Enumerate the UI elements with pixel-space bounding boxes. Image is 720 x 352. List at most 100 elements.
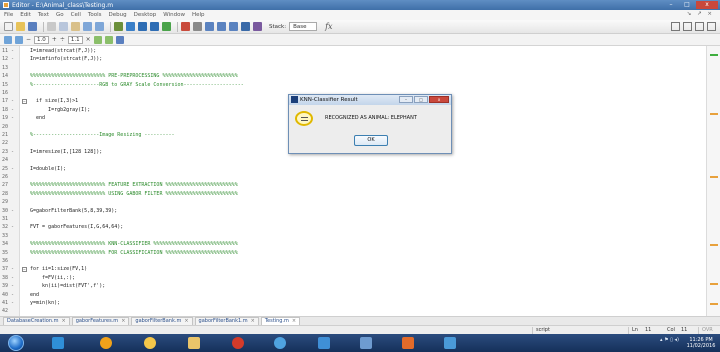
fold-toggle-icon[interactable]: −: [22, 99, 27, 105]
code-editor[interactable]: 11 - I=imread(strcat(F,J)); 12 - In=imfinfo…: [0, 46, 706, 316]
opera-icon[interactable]: [232, 337, 244, 349]
tab-gaborfeatures[interactable]: gaborFeatures.m ×: [71, 317, 130, 325]
cell-mode-icon[interactable]: [4, 35, 12, 44]
tile-layout-icon[interactable]: [671, 22, 680, 31]
code-line[interactable]: 40 - end: [0, 292, 706, 299]
system-tray[interactable]: ▴ ⚑ ▯ ◂): [660, 337, 679, 343]
cell-step-icon[interactable]: [93, 35, 102, 44]
code-line[interactable]: 13: [0, 65, 706, 72]
warning-marker[interactable]: [710, 244, 718, 246]
warning-marker[interactable]: [710, 113, 718, 115]
cell-eval-icon[interactable]: [15, 35, 23, 44]
code-line[interactable]: 34 %%%%%%%%%%%%%%%%%%%%%%%%% KNN-CLASSIFI…: [0, 241, 706, 248]
menu-go[interactable]: Go: [56, 12, 64, 18]
code-line[interactable]: 14 %%%%%%%%%%%%%%%%%%%%%%%%% PRE-PREPROCE…: [0, 73, 706, 80]
code-line[interactable]: 26: [0, 174, 706, 181]
code-line[interactable]: 38 - f=FV(ii,:);: [0, 275, 706, 282]
code-line[interactable]: 36: [0, 258, 706, 265]
matlab-taskbar-icon[interactable]: [402, 337, 414, 349]
code-line[interactable]: 28 %%%%%%%%%%%%%%%%%%%%%%%%% USING GABOR …: [0, 191, 706, 198]
code-line[interactable]: 32 - FVT = gaborFeatures(I,G,64,64);: [0, 224, 706, 231]
back-icon[interactable]: [138, 22, 147, 31]
print-icon[interactable]: [114, 22, 123, 31]
taskbar-clock[interactable]: 11:26 PM 11/02/2016: [686, 337, 716, 349]
editor-scrollbar[interactable]: [706, 46, 720, 316]
skype-icon[interactable]: [318, 337, 330, 349]
save-icon[interactable]: [28, 22, 37, 31]
code-line[interactable]: 12 - In=imfinfo(strcat(F,J));: [0, 56, 706, 63]
split-layout-icon[interactable]: [683, 22, 692, 31]
maximize-button[interactable]: □: [680, 1, 694, 9]
menu-edit[interactable]: Edit: [20, 12, 31, 18]
ok-button[interactable]: OK: [354, 135, 388, 146]
step-icon[interactable]: [205, 22, 214, 31]
internet-explorer-icon[interactable]: [274, 337, 286, 349]
step-in-icon[interactable]: [217, 22, 226, 31]
browser-icon[interactable]: [100, 337, 112, 349]
tab-testing[interactable]: Testing.m ×: [260, 317, 301, 325]
paste-icon[interactable]: [71, 22, 80, 31]
clear-breakpoints-icon[interactable]: [193, 22, 202, 31]
copy-icon[interactable]: [59, 22, 68, 31]
warning-marker[interactable]: [710, 303, 718, 305]
code-line[interactable]: 42: [0, 308, 706, 315]
menu-cell[interactable]: Cell: [71, 12, 81, 18]
exit-debug-icon[interactable]: [253, 22, 262, 31]
code-line[interactable]: 27 %%%%%%%%%%%%%%%%%%%%%%%%% FEATURE EXTR…: [0, 182, 706, 189]
forward-icon[interactable]: [150, 22, 159, 31]
start-button[interactable]: [8, 335, 24, 351]
tab-close-icon[interactable]: ×: [292, 318, 296, 324]
float-layout-icon[interactable]: [695, 22, 704, 31]
tab-gaborfilterbank1[interactable]: gaborFilterBank1.m ×: [194, 317, 259, 325]
divide-button[interactable]: ÷: [60, 36, 65, 43]
menu-help[interactable]: Help: [192, 12, 205, 18]
cell-value-a-field[interactable]: 1.0: [34, 35, 49, 44]
tab-close-icon[interactable]: ×: [251, 318, 255, 324]
menu-text[interactable]: Text: [38, 12, 49, 18]
menu-window[interactable]: Window: [163, 12, 185, 18]
new-file-icon[interactable]: [4, 22, 13, 31]
code-line[interactable]: 29: [0, 199, 706, 206]
decrement-button[interactable]: −: [26, 36, 31, 43]
dialog-close-button[interactable]: x: [429, 96, 449, 103]
code-line[interactable]: 37 - − for ii=1:size(FV,1): [0, 266, 706, 273]
warning-marker[interactable]: [710, 283, 718, 285]
code-line[interactable]: 15 %----------------------RGB to GRAY Sca…: [0, 82, 706, 89]
file-explorer-icon[interactable]: [188, 337, 200, 349]
menu-tools[interactable]: Tools: [88, 12, 102, 18]
redo-icon[interactable]: [95, 22, 104, 31]
stack-select[interactable]: Base: [289, 22, 318, 31]
code-line[interactable]: 33: [0, 233, 706, 240]
breakpoint-icon[interactable]: [181, 22, 190, 31]
code-line[interactable]: 25 - I=double(I);: [0, 166, 706, 173]
function-browser-icon[interactable]: fx: [325, 22, 332, 31]
increment-button[interactable]: +: [52, 36, 57, 43]
fold-toggle-icon[interactable]: −: [22, 267, 27, 273]
chrome-icon[interactable]: [144, 337, 156, 349]
continue-icon[interactable]: [241, 22, 250, 31]
code-line[interactable]: 41 - y=min(kn);: [0, 300, 706, 307]
cell-value-b-field[interactable]: 1.1: [67, 35, 83, 44]
menu-file[interactable]: File: [4, 12, 13, 18]
run-icon[interactable]: [162, 22, 171, 31]
cell-step-all-icon[interactable]: [104, 35, 113, 44]
media-player-icon[interactable]: [52, 337, 64, 349]
minimize-button[interactable]: –: [664, 1, 678, 9]
code-line[interactable]: 30 - G=gaborFilterBank(5,8,39,39);: [0, 208, 706, 215]
code-line[interactable]: 35 %%%%%%%%%%%%%%%%%%%%%%%%% FOR CLASSIFI…: [0, 250, 706, 257]
tab-close-icon[interactable]: ×: [184, 318, 188, 324]
tab-close-icon[interactable]: ×: [61, 318, 65, 324]
code-line[interactable]: 31: [0, 216, 706, 223]
analyzer-status-marker[interactable]: [710, 54, 718, 56]
cut-icon[interactable]: [47, 22, 56, 31]
warning-marker[interactable]: [710, 176, 718, 178]
open-folder-icon[interactable]: [16, 22, 25, 31]
close-button[interactable]: x: [696, 1, 718, 9]
menu-desktop[interactable]: Desktop: [134, 12, 157, 18]
publish-icon[interactable]: [115, 35, 124, 44]
undock-controls[interactable]: ↘ ↗ ×: [687, 11, 714, 17]
tab-databasecreation[interactable]: DatabaseCreation.m ×: [3, 317, 70, 325]
tab-gaborfilterbank[interactable]: gaborFilterBank.m ×: [131, 317, 193, 325]
dialog-minimize-button[interactable]: –: [399, 96, 413, 103]
tab-close-icon[interactable]: ×: [121, 318, 125, 324]
